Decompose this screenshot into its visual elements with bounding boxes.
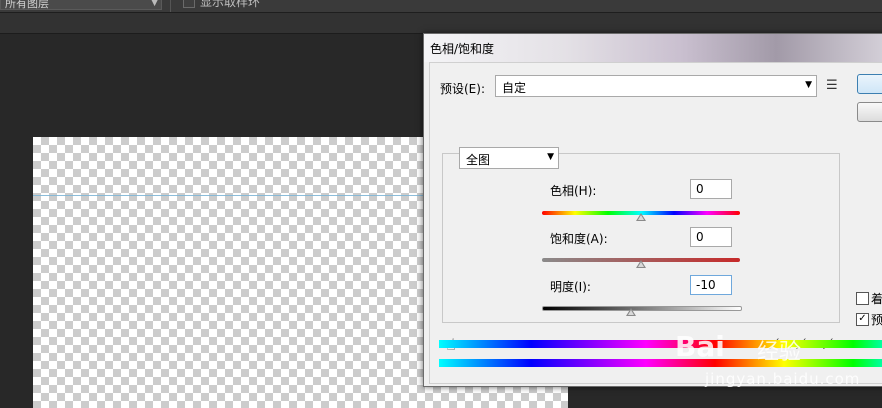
watermark-logo-text: 经验 xyxy=(757,340,802,365)
preset-options-icon[interactable]: ☰ xyxy=(826,78,838,93)
lightness-slider-thumb[interactable] xyxy=(626,308,637,316)
sample-ring-checkbox[interactable] xyxy=(183,0,195,8)
preset-dropdown[interactable]: 自定 ▼ xyxy=(495,75,817,97)
hue-label: 色相(H): xyxy=(550,184,597,198)
channel-dropdown[interactable]: 全图 ▼ xyxy=(459,147,559,169)
chevron-down-icon: ▼ xyxy=(547,152,554,162)
options-toolbar: 所有图层 ▼ 显示取样环 xyxy=(0,0,882,13)
watermark-logo: Bai xyxy=(675,330,725,363)
document-tab-strip xyxy=(0,13,882,34)
preset-value: 自定 xyxy=(502,81,527,95)
cancel-button[interactable] xyxy=(857,102,882,122)
lightness-input[interactable]: -10 xyxy=(690,275,732,295)
hue-slider-thumb[interactable] xyxy=(636,213,646,221)
channel-value: 全图 xyxy=(466,153,491,167)
chevron-down-icon: ▼ xyxy=(805,80,812,90)
toolbar-separator xyxy=(170,0,171,12)
saturation-input[interactable]: 0 xyxy=(690,227,732,247)
saturation-slider-thumb[interactable] xyxy=(636,260,646,268)
lightness-slider-track[interactable] xyxy=(542,306,742,311)
dialog-titlebar[interactable]: 色相/饱和度 xyxy=(424,34,882,62)
colorize-label: 着 xyxy=(871,292,882,306)
saturation-label: 饱和度(A): xyxy=(550,232,608,246)
chevron-down-icon: ▼ xyxy=(151,0,158,8)
sample-ring-label: 显示取样环 xyxy=(200,0,261,9)
colorize-checkbox[interactable] xyxy=(856,292,869,305)
sample-layers-dropdown[interactable]: 所有图层 ▼ xyxy=(0,0,162,10)
watermark-url: jingyan.baidu.com xyxy=(705,370,861,388)
lightness-label: 明度(I): xyxy=(550,280,591,294)
dialog-body: 预设(E): 自定 ▼ ☰ 全图 ▼ 色相(H): 0 饱和度(A): 0 明度… xyxy=(429,62,882,384)
preview-checkbox[interactable]: ✓ xyxy=(856,313,869,326)
adjustment-group xyxy=(442,153,840,323)
preview-label: 预 xyxy=(871,313,882,327)
ok-button[interactable] xyxy=(857,74,882,94)
hue-input[interactable]: 0 xyxy=(690,179,732,199)
output-color-bar xyxy=(439,359,882,367)
preset-label: 预设(E): xyxy=(440,82,485,96)
sample-layers-value: 所有图层 xyxy=(5,0,49,10)
hue-saturation-dialog: 色相/饱和度 预设(E): 自定 ▼ ☰ 全图 ▼ 色相(H): 0 饱和度(A… xyxy=(423,33,882,387)
input-color-bar xyxy=(439,340,882,348)
dialog-title: 色相/饱和度 xyxy=(430,42,495,56)
